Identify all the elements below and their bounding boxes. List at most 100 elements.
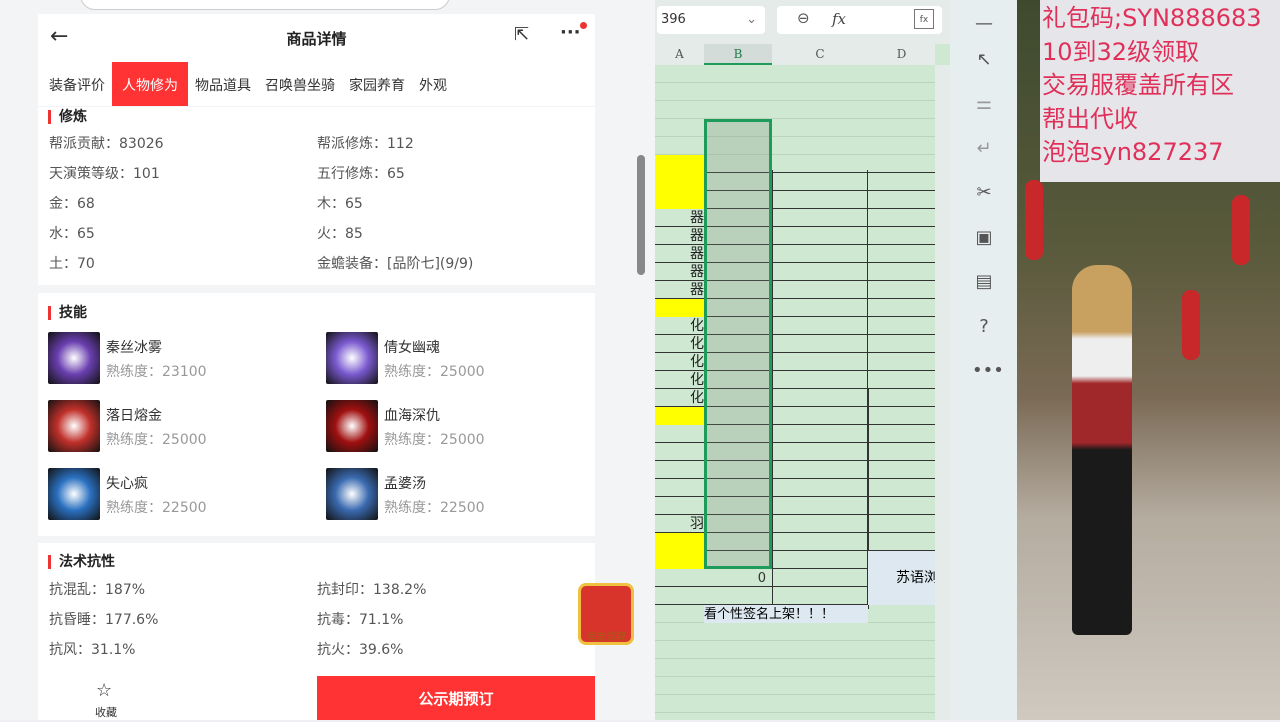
cell-a[interactable] — [655, 587, 704, 605]
cell-a[interactable] — [655, 479, 704, 497]
cell-a[interactable] — [655, 695, 704, 713]
skill-proficiency: 熟练度：25000 — [106, 432, 207, 448]
cell-a[interactable] — [655, 65, 704, 83]
cell-a[interactable] — [655, 83, 704, 101]
cursor-icon[interactable]: ↖ — [972, 48, 996, 72]
sheet-row — [655, 65, 935, 83]
tab-equipment[interactable]: 装备评价 — [42, 62, 112, 106]
cell-a[interactable]: 器 — [655, 209, 704, 227]
stat-item: 火：85 — [317, 226, 363, 242]
preorder-button[interactable]: 公示期预订 — [317, 676, 595, 720]
promo-line: 帮出代收 — [1042, 104, 1138, 133]
sheet-row — [655, 695, 935, 713]
tab-appearance[interactable]: 外观 — [412, 62, 454, 106]
cell-a[interactable] — [655, 641, 704, 659]
skill-name: 孟婆汤 — [384, 476, 426, 492]
tools-icon[interactable]: ✂ — [972, 181, 996, 205]
skill-name: 秦丝冰雾 — [106, 340, 162, 356]
cell-a[interactable] — [655, 659, 704, 677]
stat-item: 帮派贡献：83026 — [49, 136, 164, 152]
name-box[interactable]: 396 ⌄ — [657, 6, 765, 34]
address-bar[interactable] — [80, 0, 450, 10]
cell-a[interactable] — [655, 605, 704, 623]
minimize-icon[interactable]: — — [972, 12, 996, 36]
cell-a[interactable] — [655, 677, 704, 695]
share-icon[interactable]: ⇱ — [514, 24, 529, 45]
more-icon[interactable]: ··· — [560, 22, 581, 43]
cell-a[interactable]: 化 — [655, 371, 704, 389]
column-header-b[interactable]: B — [704, 44, 772, 65]
cell-a[interactable] — [655, 623, 704, 641]
cell-a[interactable] — [655, 461, 704, 479]
tab-home[interactable]: 家园养育 — [342, 62, 412, 106]
formula-input[interactable]: ⊖ fx fx — [777, 6, 942, 34]
cell-a[interactable]: 化 — [655, 335, 704, 353]
stat-item: 五行修炼：65 — [317, 166, 405, 182]
red-packet-widget[interactable]: 点击领取 — [578, 583, 634, 645]
wrap-icon[interactable]: ↵ — [972, 137, 996, 161]
tab-character[interactable]: 人物修为 — [112, 62, 188, 106]
tab-pets[interactable]: 召唤兽坐骑 — [258, 62, 342, 106]
cell-a[interactable] — [655, 155, 704, 173]
vertical-scrollbar[interactable] — [935, 65, 950, 720]
sliders-icon[interactable]: ⚌ — [972, 92, 996, 116]
cell-a[interactable] — [655, 533, 704, 551]
cell-a[interactable]: 羽 — [655, 515, 704, 533]
cell-a[interactable] — [655, 137, 704, 155]
skill-proficiency: 熟练度：25000 — [384, 432, 485, 448]
cell-a[interactable]: 器 — [655, 245, 704, 263]
cell-a[interactable]: 化 — [655, 317, 704, 335]
sheet-row — [655, 137, 935, 155]
cell-a[interactable]: 化 — [655, 389, 704, 407]
skill-icon — [48, 468, 100, 520]
help-icon[interactable]: ? — [972, 315, 996, 339]
cell-a[interactable]: 化 — [655, 353, 704, 371]
cell-a[interactable] — [655, 173, 704, 191]
skills-section: 技能 秦丝冰雾 熟练度：23100 倩女幽魂 熟练度：25000 落日熔金 熟练度：250… — [38, 293, 595, 536]
lantern-decoration — [1232, 195, 1250, 265]
zoom-icon[interactable]: ⊖ — [797, 9, 810, 27]
product-detail-panel: ← 商品详情 ⇱ ··· 装备评价 人物修为 物品道具 召唤兽坐骑 家园养育 外… — [0, 0, 655, 720]
cell-a[interactable] — [655, 407, 704, 425]
column-header-d[interactable]: D — [868, 44, 935, 65]
fx-icon[interactable]: fx — [832, 10, 846, 28]
star-icon[interactable]: ☆ — [96, 680, 112, 701]
cell-a[interactable] — [655, 497, 704, 515]
section-title: 法术抗性 — [48, 555, 115, 569]
insert-function-icon[interactable]: fx — [914, 9, 934, 29]
cell-d-text[interactable]: 苏语浏 — [868, 551, 935, 605]
cell-a[interactable] — [655, 551, 704, 569]
promo-line: 泡泡syn827237 — [1042, 138, 1224, 166]
more-dots-icon[interactable]: ••• — [972, 359, 1004, 383]
note-cell[interactable]: 看个性签名上架！！！ — [704, 605, 868, 623]
favorite-label[interactable]: 收藏 — [95, 704, 117, 720]
chevron-down-icon: ⌄ — [746, 12, 757, 27]
cell-a[interactable] — [655, 569, 704, 587]
cell-a[interactable] — [655, 299, 704, 317]
column-header-c[interactable]: C — [772, 44, 868, 65]
section-title: 修炼 — [48, 110, 87, 124]
cell-a[interactable] — [655, 425, 704, 443]
stat-item: 土：70 — [49, 256, 95, 272]
cell-b-value[interactable]: 0 — [704, 569, 770, 587]
selected-range[interactable] — [704, 119, 772, 569]
image-icon[interactable]: ▣ — [972, 226, 996, 250]
side-toolbar: — ↖ ⚌ ↵ ✂ ▣ ▤ ? ••• — [950, 0, 1017, 720]
scrollbar[interactable] — [637, 155, 645, 275]
skill-icon — [326, 332, 378, 384]
cell-a[interactable]: 器 — [655, 227, 704, 245]
book-search-icon[interactable]: ▤ — [972, 270, 996, 294]
cell-a[interactable] — [655, 101, 704, 119]
cell-a[interactable] — [655, 443, 704, 461]
cell-a[interactable]: 器 — [655, 281, 704, 299]
sheet-row — [655, 677, 935, 695]
cell-a[interactable] — [655, 191, 704, 209]
cell-a[interactable]: 器 — [655, 263, 704, 281]
tab-items[interactable]: 物品道具 — [188, 62, 258, 106]
resistance-item: 抗火：39.6% — [317, 642, 404, 658]
cell-a[interactable] — [655, 119, 704, 137]
sheet-row — [655, 659, 935, 677]
column-header-a[interactable]: A — [655, 44, 704, 65]
sheet-row — [655, 119, 935, 137]
sheet-row — [655, 101, 935, 119]
